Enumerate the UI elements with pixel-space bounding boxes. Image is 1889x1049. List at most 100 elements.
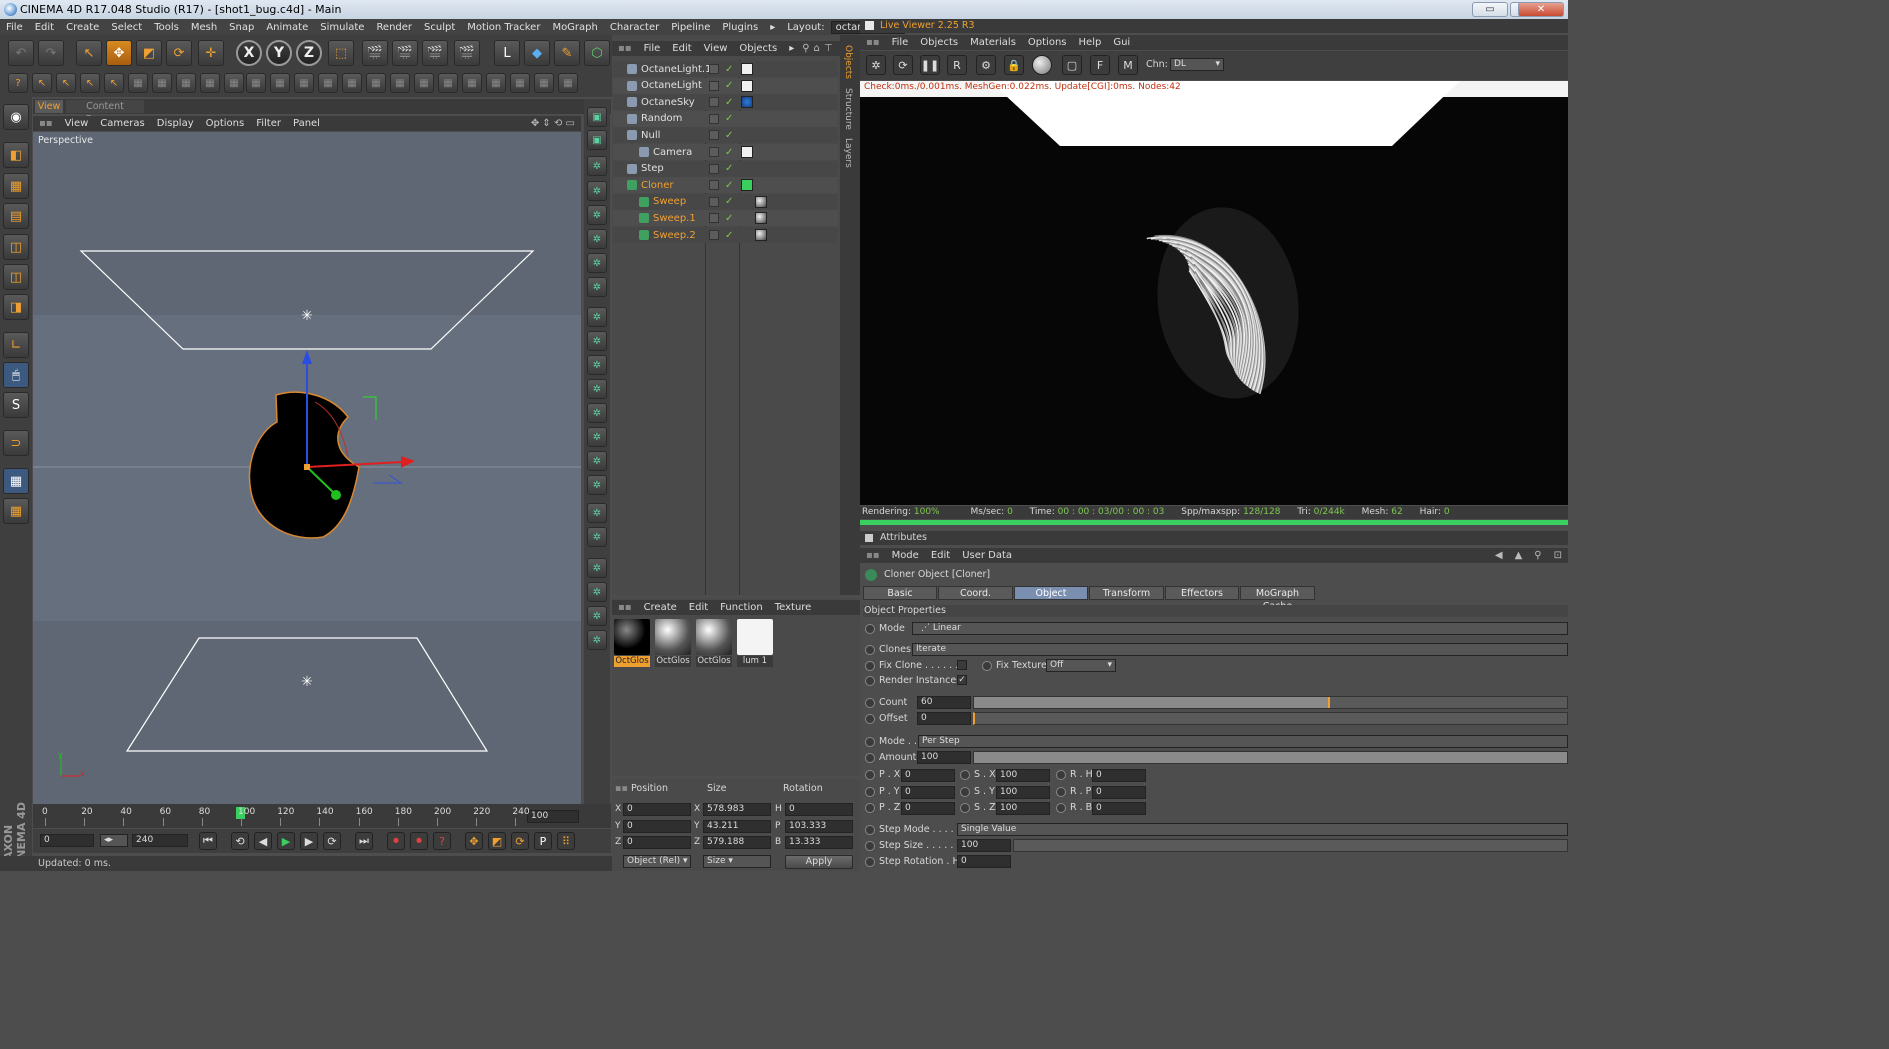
expand-icon[interactable]: ⊤ xyxy=(822,43,835,54)
tab-effectors[interactable]: Effectors xyxy=(1165,586,1239,600)
enabled-check-icon[interactable]: ✓ xyxy=(725,113,733,124)
lock-icon[interactable]: ⊡ xyxy=(1548,550,1568,561)
grid-icon[interactable]: ▦ xyxy=(270,73,290,93)
material-name[interactable]: OctGlos xyxy=(614,656,650,667)
autokey-icon[interactable]: ⏺ xyxy=(410,832,428,850)
extrude-icon[interactable]: ▦ xyxy=(200,73,220,93)
effector-target-icon[interactable]: ✲ xyxy=(587,527,607,547)
step-rotation-radio[interactable] xyxy=(865,857,875,867)
step-size-radio[interactable] xyxy=(865,841,875,851)
layer-visibility-icon[interactable] xyxy=(709,64,719,74)
list-item[interactable]: Sweep.2 ✓ xyxy=(613,227,838,243)
menu-motion-tracker[interactable]: Motion Tracker xyxy=(461,22,546,33)
viewport-menu-filter[interactable]: Filter xyxy=(250,118,287,129)
px-field[interactable]: 0 xyxy=(901,769,955,782)
grid-icon[interactable]: ▦ xyxy=(294,73,314,93)
tag-icon[interactable] xyxy=(741,96,753,109)
layer-visibility-icon[interactable] xyxy=(709,180,719,191)
attr-menu-mode[interactable]: Mode xyxy=(886,550,925,561)
material-name[interactable]: OctGlos xyxy=(696,656,732,667)
layer-visibility-icon[interactable] xyxy=(709,147,719,157)
menu-render[interactable]: Render xyxy=(370,22,418,33)
rotate-tool-icon[interactable]: ⟳ xyxy=(166,40,192,66)
edit-render-settings-icon[interactable]: ▣ xyxy=(587,107,607,127)
apply-button[interactable]: Apply xyxy=(785,855,853,869)
grid-icon[interactable]: ▦ xyxy=(534,73,554,93)
grid-icon[interactable]: ▦ xyxy=(318,73,338,93)
pz-field[interactable]: 0 xyxy=(901,802,955,816)
layer-visibility-icon[interactable] xyxy=(709,213,719,224)
material-tag-icon[interactable] xyxy=(755,195,767,208)
rotation-field[interactable]: 13.333 xyxy=(785,836,853,850)
tab-coord[interactable]: Coord. xyxy=(938,586,1013,600)
amount-slider[interactable] xyxy=(973,751,1568,764)
enabled-check-icon[interactable]: ✓ xyxy=(725,130,733,141)
go-to-start-icon[interactable]: ⏮ xyxy=(199,832,217,850)
material-swatch[interactable] xyxy=(696,619,732,655)
enabled-check-icon[interactable]: ✓ xyxy=(725,180,733,191)
step-mode-dropdown[interactable]: Single Value xyxy=(957,823,1568,836)
size-field[interactable]: 43.211 xyxy=(703,819,771,833)
effector-shader-icon[interactable]: ✲ xyxy=(587,355,607,375)
points-mode-icon[interactable]: ◫ xyxy=(3,234,29,260)
tag-icon[interactable] xyxy=(741,63,753,75)
grid-icon[interactable]: ▦ xyxy=(246,73,266,93)
list-item[interactable]: Sweep ✓ xyxy=(613,193,838,210)
render-settings-icon[interactable]: 🎬 xyxy=(422,40,448,66)
focus-pick-icon[interactable]: F xyxy=(1090,55,1110,75)
enabled-check-icon[interactable]: ✓ xyxy=(725,97,733,108)
effector-push-icon[interactable]: ✲ xyxy=(587,451,607,471)
next-key-icon[interactable]: ⟳ xyxy=(323,832,341,850)
amount-radio[interactable] xyxy=(865,753,875,763)
coords-mode-dropdown[interactable]: Object (Rel) ▾ xyxy=(623,855,691,868)
quantize-icon[interactable]: ▦ xyxy=(3,498,29,524)
material-name[interactable]: lum 1 xyxy=(737,656,773,667)
layer-visibility-icon[interactable] xyxy=(709,130,719,141)
z-axis-lock-icon[interactable]: Z xyxy=(296,40,322,66)
key-position-icon[interactable]: ✥ xyxy=(465,832,483,850)
search-icon[interactable]: ⚲ xyxy=(1528,550,1547,561)
prev-frame-icon[interactable]: ◀ xyxy=(254,832,272,850)
tag-icon[interactable] xyxy=(741,146,753,158)
voronoi-icon[interactable]: ✲ xyxy=(587,253,607,273)
position-field[interactable]: 0 xyxy=(623,836,691,850)
size-field[interactable]: 578.983 xyxy=(703,803,771,816)
xpresso-icon[interactable]: ✲ xyxy=(587,606,607,626)
side-tab-structure[interactable]: Structure xyxy=(843,88,853,130)
menu-edit[interactable]: Edit xyxy=(29,22,60,33)
menu-mesh[interactable]: Mesh xyxy=(185,22,223,33)
side-tab-objects[interactable]: Objects xyxy=(843,45,853,79)
materials-menu-texture[interactable]: Texture xyxy=(769,602,818,613)
scale-tool-icon[interactable]: ◩ xyxy=(136,40,162,66)
axis-mode-icon[interactable]: ∟ xyxy=(3,332,29,358)
next-frame-icon[interactable]: ▶ xyxy=(300,832,318,850)
camera-icon[interactable]: ▣ xyxy=(587,130,607,150)
list-item[interactable]: OctaneLight ✓ xyxy=(613,77,838,94)
enabled-check-icon[interactable]: ✓ xyxy=(725,163,733,174)
viewport-menu-view[interactable]: View xyxy=(59,118,95,129)
undo-icon[interactable]: ↶ xyxy=(8,40,34,66)
frame-step-field[interactable]: ◂▸ xyxy=(100,834,128,847)
menu-character[interactable]: Character xyxy=(604,22,665,33)
rp-radio[interactable] xyxy=(1056,786,1066,797)
polygon-select-icon[interactable]: ↖ xyxy=(104,73,124,93)
enabled-check-icon[interactable]: ✓ xyxy=(725,64,733,75)
sx-radio[interactable] xyxy=(960,770,970,780)
list-item[interactable]: Null ✓ xyxy=(613,127,838,144)
layer-visibility-icon[interactable] xyxy=(709,230,719,240)
tab-object[interactable]: Object xyxy=(1014,586,1088,600)
loop-cut-icon[interactable]: ▦ xyxy=(152,73,172,93)
pause-icon[interactable]: ❚❚ xyxy=(920,55,940,75)
attr-menu-user-data[interactable]: User Data xyxy=(956,550,1018,561)
rotation-field[interactable]: 103.333 xyxy=(785,819,853,833)
layer-visibility-icon[interactable] xyxy=(709,163,719,174)
keyframe-selection-icon[interactable]: ? xyxy=(433,832,451,850)
null-object-icon[interactable]: L xyxy=(494,40,520,66)
layer-visibility-icon[interactable] xyxy=(709,97,719,108)
go-to-end-icon[interactable]: ⏭ xyxy=(355,832,373,850)
sy-radio[interactable] xyxy=(960,786,970,797)
spline-wrap-icon[interactable]: ✲ xyxy=(587,277,607,297)
step-size-slider[interactable] xyxy=(1013,839,1568,852)
polygons-mode-icon[interactable]: ◨ xyxy=(3,294,29,320)
enabled-check-icon[interactable]: ✓ xyxy=(725,213,733,224)
